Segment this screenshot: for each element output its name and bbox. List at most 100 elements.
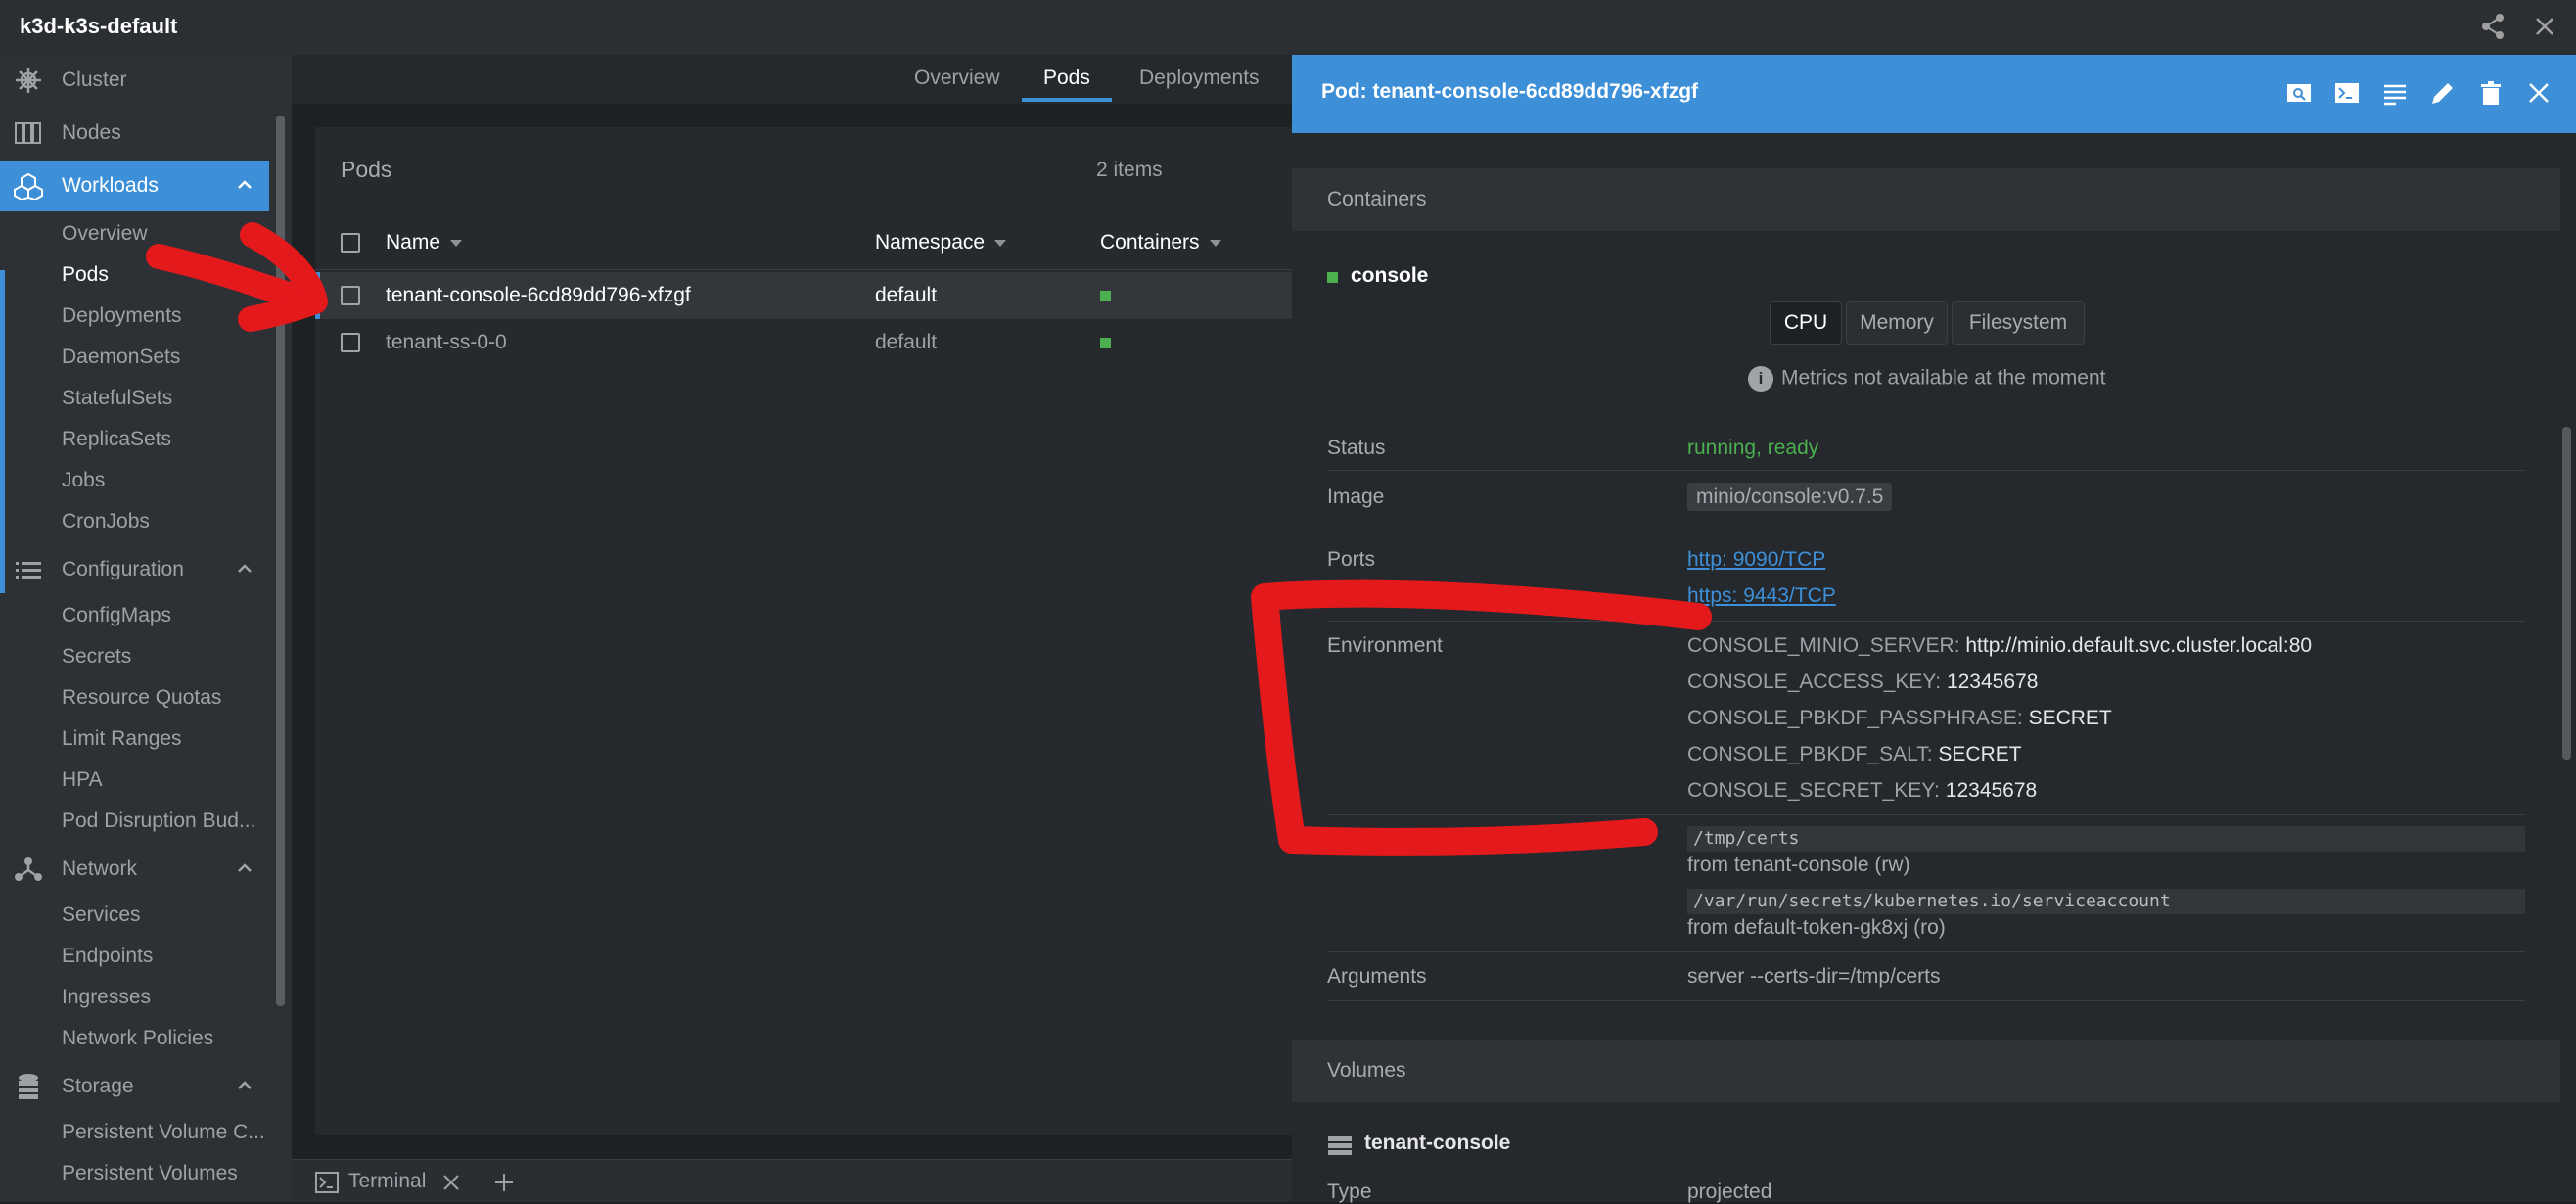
- terminal-icon: [315, 1172, 339, 1193]
- metrics-tab-cpu[interactable]: CPU: [1770, 301, 1842, 345]
- tabs-bar: Overview Pods Deployments: [292, 55, 1292, 104]
- containers-section-header: Containers: [1292, 168, 2560, 231]
- sidebar-item-label: Configuration: [62, 558, 184, 580]
- sidebar-item-secrets[interactable]: Secrets: [62, 642, 131, 671]
- terminal-tab-label[interactable]: Terminal: [348, 1170, 426, 1193]
- sidebar-item-limit-ranges[interactable]: Limit Ranges: [62, 724, 182, 754]
- drawer-scrollbar[interactable]: [2562, 427, 2571, 760]
- image-badge: minio/console:v0.7.5: [1687, 483, 1893, 511]
- active-tab-indicator: [1022, 98, 1112, 102]
- chevron-up-icon[interactable]: [234, 1075, 255, 1096]
- sort-caret-icon: [1209, 239, 1221, 247]
- mount-path: /tmp/certs: [1687, 826, 2525, 852]
- sidebar-item-network[interactable]: Network: [0, 844, 269, 895]
- chevron-up-icon[interactable]: [234, 857, 255, 879]
- arguments-value: server --certs-dir=/tmp/certs: [1687, 965, 1941, 988]
- sidebar-item-label: Cluster: [62, 69, 127, 91]
- sidebar-item-storage[interactable]: Storage: [0, 1061, 269, 1112]
- environment-label: Environment: [1327, 634, 1443, 657]
- chevron-up-icon[interactable]: [234, 174, 255, 196]
- sidebar-item-replicasets[interactable]: ReplicaSets: [62, 425, 171, 454]
- item-count: 2 items: [1096, 159, 1163, 181]
- env-key: CONSOLE_PBKDF_PASSPHRASE:: [1687, 707, 2023, 729]
- sidebar-item-statefulsets[interactable]: StatefulSets: [62, 384, 172, 413]
- image-label: Image: [1327, 486, 1385, 508]
- image-value: minio/console:v0.7.5: [1687, 483, 1893, 511]
- pod-name: tenant-console-6cd89dd796-xfzgf: [386, 284, 691, 306]
- sidebar-item-persistent-volume-claims[interactable]: Persistent Volume C...: [62, 1118, 265, 1147]
- pod-name: tenant-ss-0-0: [386, 331, 507, 353]
- logs-icon[interactable]: [2380, 78, 2410, 108]
- terminal-dock: Terminal: [292, 1159, 1292, 1202]
- env-value: 12345678: [1945, 779, 2038, 802]
- sidebar-item-pod-disruption-budgets[interactable]: Pod Disruption Bud...: [62, 807, 255, 836]
- select-all-checkbox[interactable]: [341, 233, 360, 253]
- metrics-note-text: Metrics not available at the moment: [1781, 366, 2106, 390]
- sort-caret-icon: [450, 239, 463, 247]
- port-link-https[interactable]: https: 9443/TCP: [1687, 584, 1836, 608]
- chevron-up-icon[interactable]: [234, 558, 255, 579]
- sidebar-scrollbar[interactable]: [276, 116, 285, 1006]
- close-icon[interactable]: [442, 1174, 460, 1191]
- plus-icon[interactable]: [493, 1172, 515, 1193]
- sidebar-item-workloads[interactable]: Workloads: [0, 161, 269, 211]
- sidebar-item-endpoints[interactable]: Endpoints: [62, 942, 153, 971]
- sidebar-item-configuration[interactable]: Configuration: [0, 544, 269, 595]
- terminal-icon[interactable]: [2332, 78, 2362, 108]
- sidebar-item-persistent-volumes[interactable]: Persistent Volumes: [62, 1159, 238, 1188]
- metrics-tab-filesystem[interactable]: Filesystem: [1952, 301, 2085, 345]
- sidebar-item-deployments[interactable]: Deployments: [62, 301, 182, 331]
- sidebar-item-hpa[interactable]: HPA: [62, 765, 103, 795]
- table-row[interactable]: tenant-console-6cd89dd796-xfzgf default: [315, 272, 1294, 319]
- env-var: CONSOLE_ACCESS_KEY: 12345678: [1687, 671, 2038, 694]
- network-icon: [14, 856, 43, 883]
- sidebar-item-configmaps[interactable]: ConfigMaps: [62, 601, 171, 630]
- sidebar-item-pods[interactable]: Pods: [62, 260, 109, 290]
- sidebar-item-nodes[interactable]: Nodes: [0, 108, 269, 159]
- container-status-indicator: [1327, 272, 1338, 283]
- divider: [1327, 951, 2525, 952]
- sidebar: Cluster Nodes Workloads Overview Pods De…: [0, 55, 292, 1202]
- tab-pods[interactable]: Pods: [1043, 67, 1090, 90]
- close-icon[interactable]: [2530, 12, 2559, 41]
- sidebar-item-overview[interactable]: Overview: [62, 219, 148, 249]
- mount-path: /var/run/secrets/kubernetes.io/serviceac…: [1687, 889, 2525, 914]
- close-icon[interactable]: [2524, 78, 2553, 108]
- list-icon: [14, 556, 43, 583]
- edit-icon[interactable]: [2428, 78, 2458, 108]
- sidebar-item-jobs[interactable]: Jobs: [62, 466, 105, 495]
- env-var: CONSOLE_PBKDF_PASSPHRASE: SECRET: [1687, 707, 2112, 730]
- sidebar-item-services[interactable]: Services: [62, 901, 141, 930]
- sidebar-item-ingresses[interactable]: Ingresses: [62, 983, 151, 1012]
- status-value: running, ready: [1687, 437, 1819, 459]
- sidebar-item-cronjobs[interactable]: CronJobs: [62, 507, 150, 536]
- env-key: CONSOLE_ACCESS_KEY:: [1687, 671, 1942, 693]
- port-link-http[interactable]: http: 9090/TCP: [1687, 548, 1825, 572]
- ports-label: Ports: [1327, 548, 1376, 571]
- tab-deployments[interactable]: Deployments: [1139, 67, 1260, 90]
- metrics-tab-memory[interactable]: Memory: [1846, 301, 1948, 345]
- sidebar-item-daemonsets[interactable]: DaemonSets: [62, 343, 180, 372]
- arguments-label: Arguments: [1327, 965, 1427, 988]
- sidebar-item-resource-quotas[interactable]: Resource Quotas: [62, 683, 221, 713]
- metrics-note: i Metrics not available at the moment: [1748, 366, 2106, 392]
- pod-details-drawer: Pod: tenant-console-6cd89dd796-xfzgf Con…: [1292, 55, 2576, 1203]
- row-checkbox[interactable]: [341, 333, 360, 352]
- drawer-header: Pod: tenant-console-6cd89dd796-xfzgf: [1292, 55, 2576, 133]
- column-header-namespace[interactable]: Namespace: [875, 231, 1007, 255]
- row-checkbox[interactable]: [341, 286, 360, 305]
- delete-icon[interactable]: [2476, 78, 2506, 108]
- info-icon: i: [1748, 366, 1773, 392]
- env-var: CONSOLE_SECRET_KEY: 12345678: [1687, 779, 2037, 803]
- sidebar-item-cluster[interactable]: Cluster: [0, 55, 269, 106]
- logs-search-icon[interactable]: [2284, 78, 2314, 108]
- env-value: SECRET: [1938, 743, 2022, 765]
- tab-overview[interactable]: Overview: [914, 67, 1000, 90]
- column-header-name[interactable]: Name: [386, 231, 463, 255]
- share-icon[interactable]: [2478, 12, 2507, 41]
- container-name: console: [1351, 264, 1429, 287]
- sidebar-item-network-policies[interactable]: Network Policies: [62, 1024, 213, 1053]
- sidebar-item-label: Workloads: [62, 174, 159, 197]
- table-row[interactable]: tenant-ss-0-0 default: [315, 319, 1294, 366]
- column-header-containers[interactable]: Containers: [1100, 231, 1221, 255]
